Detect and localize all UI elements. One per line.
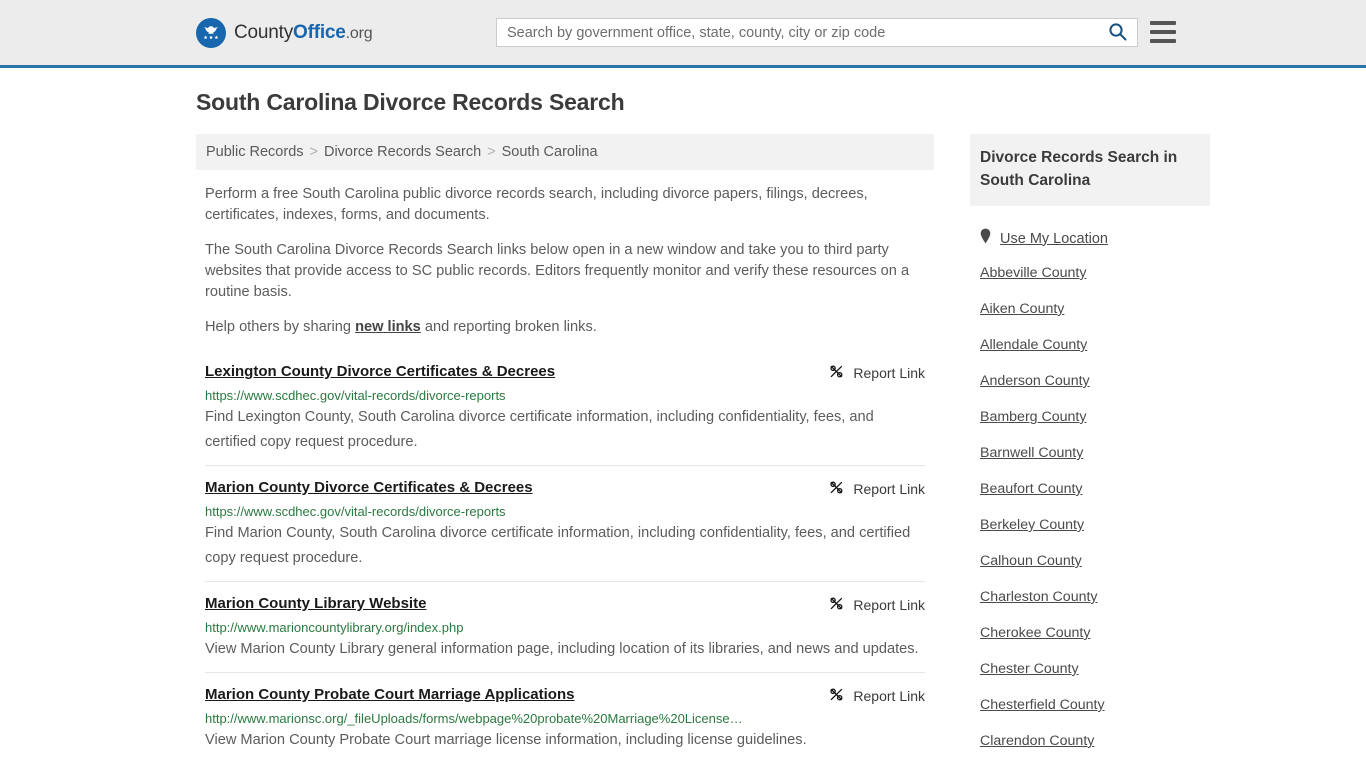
broken-link-icon [828,479,845,499]
report-link-button[interactable]: Report Link [828,363,925,383]
report-link-label: Report Link [853,365,925,381]
intro-text-before-link: Help others by sharing [205,319,356,335]
report-link-button[interactable]: Report Link [828,595,925,615]
report-link-label: Report Link [853,481,925,497]
intro-text-after-link: and reporting broken links. [420,319,597,335]
report-link-label: Report Link [853,597,925,613]
eagle-seal-icon [196,17,226,48]
county-link[interactable]: Chester County [980,661,1210,677]
county-link[interactable]: Aiken County [980,301,1210,317]
intro-text: Perform a free South Carolina public div… [196,184,934,338]
brand-part-county: County [234,21,294,43]
broken-link-icon [828,595,845,615]
result-item: Marion County Divorce Certificates & Dec… [205,465,925,581]
county-link[interactable]: Chesterfield County [980,697,1210,713]
search-input[interactable] [497,19,1097,46]
page-title: South Carolina Divorce Records Search [196,89,625,115]
result-title-link[interactable]: Marion County Divorce Certificates & Dec… [205,478,533,498]
main-column: Public Records > Divorce Records Search … [196,134,934,768]
breadcrumb-item-public-records[interactable]: Public Records [206,144,304,160]
result-header: Marion County Probate Court Marriage App… [205,685,925,706]
breadcrumb-separator: > [309,144,318,160]
county-link[interactable]: Clarendon County [980,733,1210,749]
result-title-link[interactable]: Marion County Library Website [205,594,426,614]
breadcrumb-item-divorce-records-search[interactable]: Divorce Records Search [324,144,481,160]
report-link-label: Report Link [853,688,925,704]
county-link[interactable]: Anderson County [980,373,1210,389]
result-url: https://www.scdhec.gov/vital-records/div… [205,388,506,403]
intro-paragraph-3: Help others by sharing new links and rep… [196,317,934,338]
sidebar: Divorce Records Search in South Carolina… [970,134,1210,768]
hamburger-menu-icon[interactable] [1150,21,1176,43]
county-link[interactable]: Bamberg County [980,409,1210,425]
result-title-link[interactable]: Marion County Probate Court Marriage App… [205,685,574,705]
site-logo-text: CountyOffice.org [234,21,373,44]
result-item: Marion County Probate Court Marriage App… [205,672,925,763]
use-my-location-button[interactable]: Use My Location [970,228,1210,249]
broken-link-icon [828,686,845,706]
search-icon [1108,22,1127,44]
hamburger-bar [1150,30,1176,34]
result-header: Lexington County Divorce Certificates & … [205,362,925,383]
county-link[interactable]: Abbeville County [980,265,1210,281]
broken-link-icon [828,363,845,383]
use-my-location-label: Use My Location [1000,230,1108,247]
result-description: Find Lexington County, South Carolina di… [205,409,874,450]
search-button[interactable] [1097,19,1137,46]
search-bar[interactable] [496,18,1138,47]
results-list: Lexington County Divorce Certificates & … [196,358,934,763]
county-link[interactable]: Berkeley County [980,517,1210,533]
result-url: http://www.marionsc.org/_fileUploads/for… [205,711,743,726]
site-logo[interactable]: CountyOffice.org [196,17,373,48]
result-item: Lexington County Divorce Certificates & … [205,358,925,465]
result-url: https://www.scdhec.gov/vital-records/div… [205,504,506,519]
intro-paragraph-2: The South Carolina Divorce Records Searc… [205,242,910,300]
sidebar-heading: Divorce Records Search in South Carolina [970,134,1210,206]
county-link[interactable]: Cherokee County [980,625,1210,641]
result-header: Marion County Divorce Certificates & Dec… [205,478,925,499]
result-url: http://www.marioncountylibrary.org/index… [205,620,464,635]
content-area: Public Records > Divorce Records Search … [196,134,1210,768]
county-link[interactable]: Barnwell County [980,445,1210,461]
page-container: South Carolina Divorce Records Search Pu… [0,89,1366,768]
report-link-button[interactable]: Report Link [828,686,925,706]
breadcrumb: Public Records > Divorce Records Search … [196,134,934,170]
result-description: Find Marion County, South Carolina divor… [205,525,911,566]
hamburger-bar [1150,39,1176,43]
map-pin-icon [980,228,991,249]
intro-paragraph-1: Perform a free South Carolina public div… [205,186,868,223]
county-link[interactable]: Allendale County [980,337,1210,353]
result-title-link[interactable]: Lexington County Divorce Certificates & … [205,362,555,382]
report-link-button[interactable]: Report Link [828,479,925,499]
result-description: View Marion County Library general infor… [205,641,919,657]
new-links-link[interactable]: new links [355,319,421,335]
hamburger-bar [1150,21,1176,25]
county-links-list: Abbeville County Aiken County Allendale … [970,265,1210,768]
county-link[interactable]: Charleston County [980,589,1210,605]
brand-part-office: Office [293,21,346,43]
brand-part-org: .org [345,24,373,42]
county-link[interactable]: Beaufort County [980,481,1210,497]
result-header: Marion County Library Website Report Lin… [205,594,925,615]
breadcrumb-separator: > [487,144,496,160]
site-header: CountyOffice.org [0,0,1366,68]
county-link[interactable]: Calhoun County [980,553,1210,569]
breadcrumb-item-south-carolina[interactable]: South Carolina [502,144,598,160]
result-item: Marion County Library Website Report Lin… [205,581,925,672]
result-description: View Marion County Probate Court marriag… [205,732,807,748]
